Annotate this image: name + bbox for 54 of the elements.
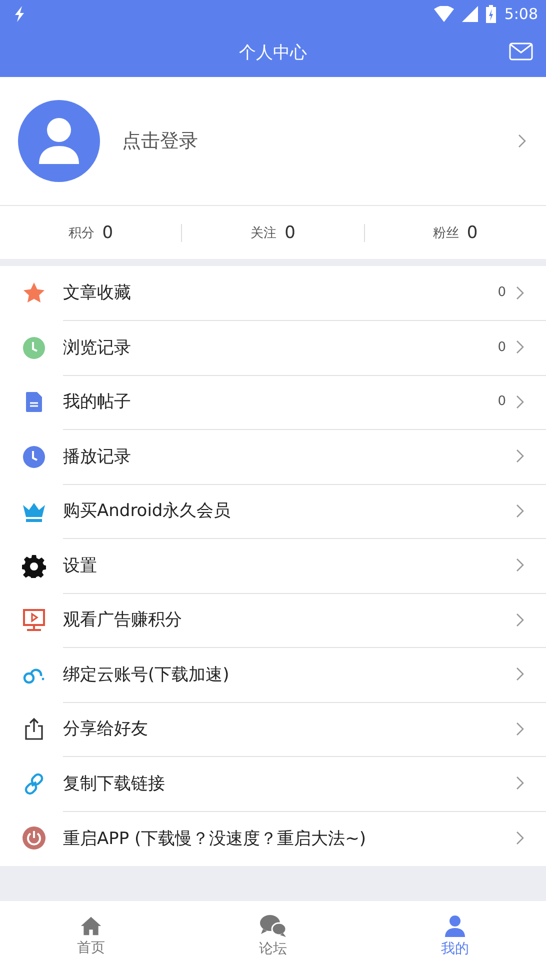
share-icon (22, 717, 46, 742)
chevron-icon (516, 286, 524, 300)
login-link[interactable]: 点击登录 (122, 128, 518, 154)
stat-label: 粉丝 (432, 224, 459, 242)
stat-label: 积分 (68, 224, 94, 242)
chevron-icon (518, 134, 526, 148)
stat-value: 0 (102, 222, 114, 242)
chevron-icon (516, 558, 524, 572)
wifi-icon (434, 6, 454, 22)
chevron-icon (516, 722, 524, 736)
item-count: 0 (498, 285, 506, 300)
chevron-icon (516, 504, 524, 518)
clock-icon (22, 444, 46, 469)
battery-icon (486, 5, 496, 23)
chevron-icon (516, 776, 524, 790)
chevron-icon (516, 667, 524, 682)
menu-item[interactable]: 观看广告赚积分 (63, 608, 516, 632)
menu-item[interactable]: 文章收藏 (63, 281, 498, 304)
flash-icon (14, 6, 26, 22)
stat-label: 关注 (250, 224, 277, 242)
chevron-icon (516, 449, 524, 464)
gear-icon (22, 554, 46, 578)
chevron-icon (516, 831, 524, 846)
screen-play-icon (22, 608, 46, 632)
menu-item[interactable]: 重启APP (下载慢？没速度？重启大法~) (63, 826, 516, 850)
page-title: 个人中心 (239, 42, 307, 64)
chevron-icon (516, 612, 524, 627)
nav-tab[interactable]: 论坛 (182, 901, 364, 970)
chevron-icon (516, 340, 524, 354)
mail-icon[interactable] (509, 42, 533, 61)
menu-item[interactable]: 复制下载链接 (63, 772, 516, 795)
chat-bubbles-icon (259, 914, 287, 938)
menu-item[interactable]: 我的帖子 (63, 390, 498, 414)
menu-item[interactable]: 设置 (63, 554, 516, 577)
status-time: 5:08 (504, 5, 538, 23)
menu-item[interactable]: 购买Android永久会员 (63, 499, 516, 522)
power-icon (22, 826, 46, 850)
link-icon (22, 772, 46, 796)
star-icon (22, 281, 46, 306)
person-icon (443, 914, 467, 938)
menu-item[interactable]: 播放记录 (63, 444, 516, 468)
nav-tab[interactable]: 我的 (364, 901, 546, 970)
home-icon (79, 914, 103, 936)
menu-item[interactable]: 浏览记录 (63, 336, 498, 359)
stat-value: 0 (466, 222, 478, 242)
item-count: 0 (498, 394, 506, 410)
menu-item[interactable]: 分享给好友 (63, 717, 516, 740)
clock-icon (22, 336, 46, 360)
stat-value: 0 (284, 222, 296, 242)
chevron-icon (516, 394, 524, 409)
nav-tab[interactable]: 首页 (0, 901, 182, 970)
menu-item[interactable]: 绑定云账号(下载加速) (63, 662, 516, 686)
item-count: 0 (498, 340, 506, 355)
signal-icon (462, 6, 478, 22)
